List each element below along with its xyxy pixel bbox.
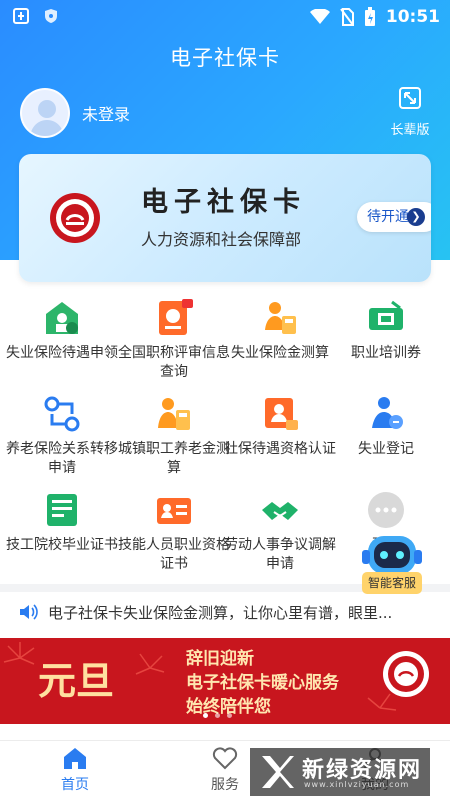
service-label: 技能人员职业资格证书 <box>118 537 230 572</box>
social-security-card[interactable]: 电子社保卡 人力资源和社会保障部 待开通 ❯ <box>19 154 431 282</box>
title-query-icon <box>159 299 193 335</box>
card-subtitle: 人力资源和社会保障部 <box>141 230 302 249</box>
skill-cert-icon <box>157 498 191 524</box>
status-bar: 10:51 <box>0 0 450 34</box>
unemployment-register-icon <box>372 397 403 429</box>
watermark: 新绿资源网 www.xinlvziyuan.com <box>250 748 430 796</box>
default-user-icon <box>30 100 64 136</box>
service-label: 城镇职工养老金测算 <box>118 441 230 476</box>
carousel-dot[interactable] <box>227 713 232 718</box>
service-label: 全国职称评审信息查询 <box>118 345 230 380</box>
social-security-emblem-icon <box>50 193 100 243</box>
bug-app-icon <box>13 8 29 24</box>
pension-calc-icon <box>158 398 190 430</box>
elder-mode-button[interactable]: 长辈版 <box>388 86 432 138</box>
shield-icon <box>45 9 57 23</box>
service-label: 社保待遇资格认证 <box>224 441 336 457</box>
banner-line-2: 电子社保卡暖心服务 <box>186 673 339 693</box>
card-title: 电子社保卡 <box>141 187 306 218</box>
carousel-dot[interactable] <box>215 713 220 718</box>
tab-home[interactable]: 首页 <box>40 745 110 794</box>
login-area[interactable]: 未登录 <box>20 88 130 138</box>
service-item[interactable]: 全国职称评审信息查询 <box>118 298 230 382</box>
service-item[interactable]: 失业登记 <box>330 394 442 459</box>
tab-label: 服务 <box>211 777 239 793</box>
service-item[interactable]: 技工院校毕业证书 <box>6 490 118 555</box>
service-item[interactable]: 失业保险金测算 <box>224 298 336 363</box>
pension-transfer-icon <box>44 396 80 432</box>
service-label: 失业保险待遇申领 <box>6 345 118 361</box>
service-label: 养老保险关系转移申请 <box>6 441 118 476</box>
service-label: 技工院校毕业证书 <box>6 537 118 553</box>
notice-text: 电子社保卡失业保险金测算，让你心里有谱，眼里... <box>48 603 393 622</box>
wifi-icon <box>309 9 330 24</box>
service-item[interactable]: 养老保险关系转移申请 <box>6 394 118 478</box>
status-time: 10:51 <box>385 7 440 27</box>
avatar[interactable] <box>20 88 70 138</box>
heart-icon <box>212 747 238 770</box>
activate-label: 待开通 <box>367 209 409 225</box>
elder-mode-label: 长辈版 <box>390 123 430 138</box>
home-icon <box>64 748 86 769</box>
expand-icon <box>399 87 421 109</box>
training-voucher-icon <box>369 300 403 330</box>
graduation-cert-icon <box>47 494 77 526</box>
page-title: 电子社保卡 <box>170 46 280 70</box>
notice-bar[interactable]: 电子社保卡失业保险金测算，让你心里有谱，眼里... <box>0 596 450 628</box>
banner-headline: 元旦 <box>38 658 115 703</box>
chevron-right-icon: ❯ <box>407 208 425 226</box>
service-item[interactable]: 社保待遇资格认证 <box>224 394 336 459</box>
service-label: 失业登记 <box>358 441 414 457</box>
service-item[interactable]: 劳动人事争议调解申请 <box>224 490 336 574</box>
activate-button[interactable]: 待开通 ❯ <box>357 202 431 232</box>
service-item[interactable]: 失业保险待遇申领 <box>6 298 118 363</box>
watermark-subtitle: www.xinlvziyuan.com <box>304 780 410 789</box>
carousel-dots[interactable] <box>203 713 232 718</box>
service-item[interactable]: 职业培训券 <box>330 298 442 363</box>
social-security-emblem-icon <box>383 651 429 697</box>
service-item[interactable]: 技能人员职业资格证书 <box>118 490 230 574</box>
login-status[interactable]: 未登录 <box>82 101 130 125</box>
battery-icon <box>364 7 375 26</box>
tab-label: 首页 <box>61 777 89 793</box>
benefit-calc-icon <box>265 302 296 334</box>
unemployment-benefit-icon <box>46 302 78 334</box>
service-item[interactable]: 城镇职工养老金测算 <box>118 394 230 478</box>
banner-line-1: 辞旧迎新 <box>186 649 254 669</box>
speaker-icon <box>20 604 38 620</box>
service-label: 劳动人事争议调解申请 <box>224 537 336 572</box>
qualification-icon <box>265 398 298 430</box>
no-sim-icon <box>340 8 354 26</box>
service-label: 职业培训券 <box>351 345 421 361</box>
promo-banner[interactable]: 元旦 辞旧迎新 电子社保卡暖心服务 始终陪伴您 <box>0 638 450 724</box>
carousel-dot[interactable] <box>203 713 208 718</box>
assistant-label[interactable]: 智能客服 <box>362 572 422 594</box>
more-icon <box>368 492 404 528</box>
service-label: 失业保险金测算 <box>231 345 329 361</box>
dispute-icon <box>262 502 298 520</box>
watermark-logo-icon <box>262 756 294 788</box>
